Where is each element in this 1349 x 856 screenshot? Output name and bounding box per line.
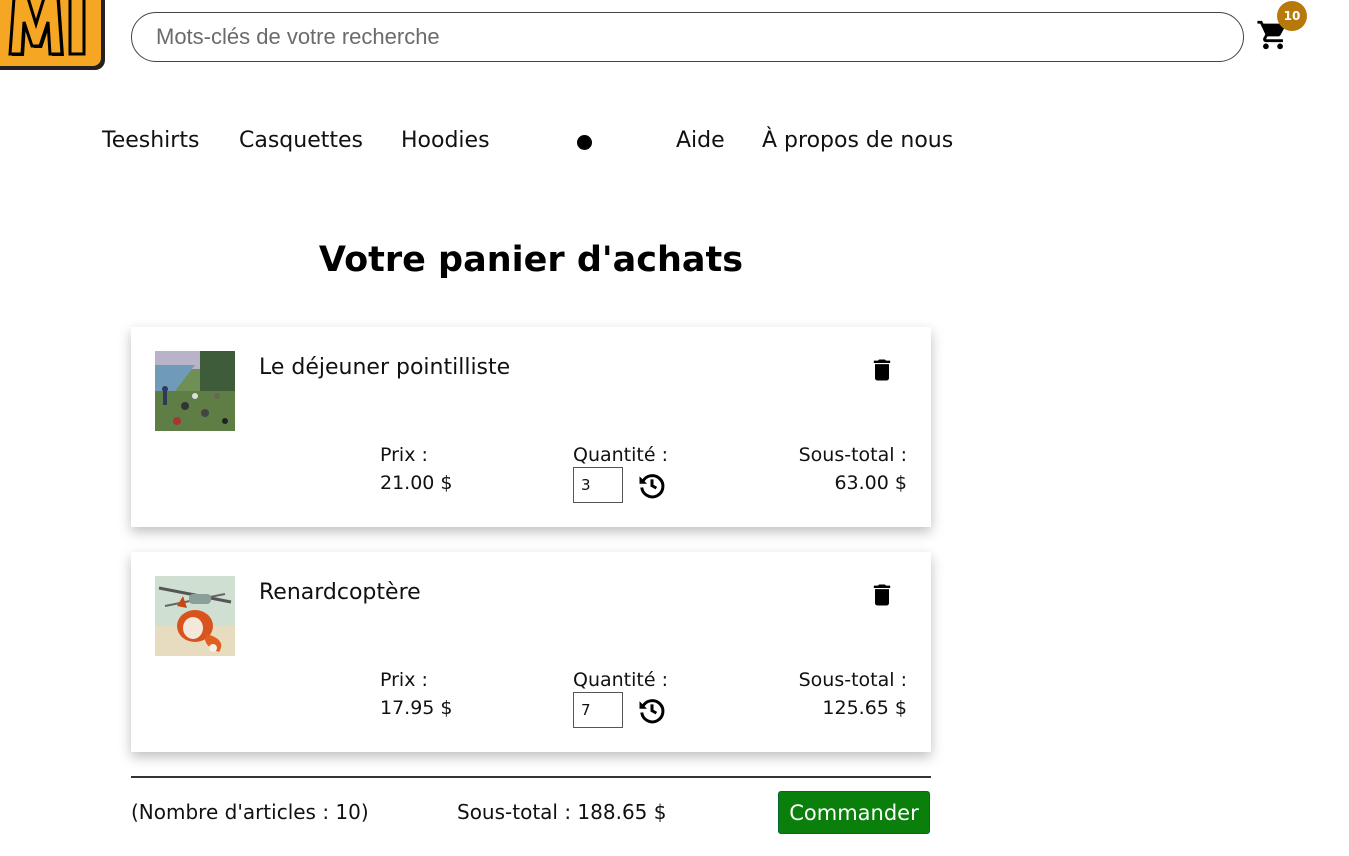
main-nav: Teeshirts Casquettes Hoodies Aide À prop… — [0, 128, 1349, 162]
item-count-text: (Nombre d'articles : 10) — [131, 800, 369, 824]
price-value: 17.95 $ — [380, 697, 453, 719]
trash-icon[interactable] — [868, 355, 896, 385]
qty-label: Quantité : — [573, 444, 668, 466]
cart-count-badge: 10 — [1277, 1, 1307, 31]
price-label: Prix : — [380, 444, 428, 466]
item-name[interactable]: Renardcoptère — [259, 580, 421, 605]
price-block: Prix : 17.95 $ — [380, 666, 453, 722]
product-thumbnail[interactable] — [155, 351, 235, 431]
qty-label: Quantité : — [573, 669, 668, 691]
price-label: Prix : — [380, 669, 428, 691]
page: 10 Teeshirts Casquettes Hoodies Aide À p… — [0, 0, 1349, 856]
subtotal-block: Sous-total : 125.65 $ — [799, 666, 907, 722]
item-name[interactable]: Le déjeuner pointilliste — [259, 355, 510, 380]
search-bar — [131, 12, 1244, 62]
nav-item-hoodies[interactable]: Hoodies — [401, 128, 490, 153]
site-logo[interactable] — [0, 0, 110, 78]
nav-item-teeshirts[interactable]: Teeshirts — [102, 128, 199, 153]
price-value: 21.00 $ — [380, 472, 453, 494]
subtotal-block: Sous-total : 63.00 $ — [799, 441, 907, 497]
qty-block: Quantité : — [573, 441, 668, 469]
nav-item-aide[interactable]: Aide — [676, 128, 725, 153]
qty-block: Quantité : — [573, 666, 668, 694]
subtotal-label: Sous-total : — [798, 444, 907, 466]
page-title: Votre panier d'achats — [318, 240, 744, 280]
search-input[interactable] — [132, 13, 1243, 61]
product-thumbnail[interactable] — [155, 576, 235, 656]
subtotal-value: 63.00 $ — [834, 472, 907, 494]
trash-icon[interactable] — [868, 580, 896, 610]
subtotal-label: Sous-total : — [798, 669, 907, 691]
summary-divider — [131, 776, 931, 778]
quantity-input[interactable] — [573, 467, 623, 503]
cart-item: Renardcoptère Prix : 17.95 $ Quantité : … — [131, 552, 931, 752]
nav-dot — [577, 135, 592, 150]
refresh-icon[interactable] — [637, 695, 667, 725]
price-block: Prix : 21.00 $ — [380, 441, 453, 497]
subtotal-value: 125.65 $ — [822, 697, 907, 719]
quantity-input[interactable] — [573, 692, 623, 728]
order-button[interactable]: Commander — [778, 791, 930, 834]
nav-item-about[interactable]: À propos de nous — [762, 128, 953, 153]
nav-item-casquettes[interactable]: Casquettes — [239, 128, 363, 153]
cart-item: Le déjeuner pointilliste Prix : 21.00 $ … — [131, 327, 931, 527]
cart-total-text: Sous-total : 188.65 $ — [457, 800, 667, 824]
refresh-icon[interactable] — [637, 470, 667, 500]
